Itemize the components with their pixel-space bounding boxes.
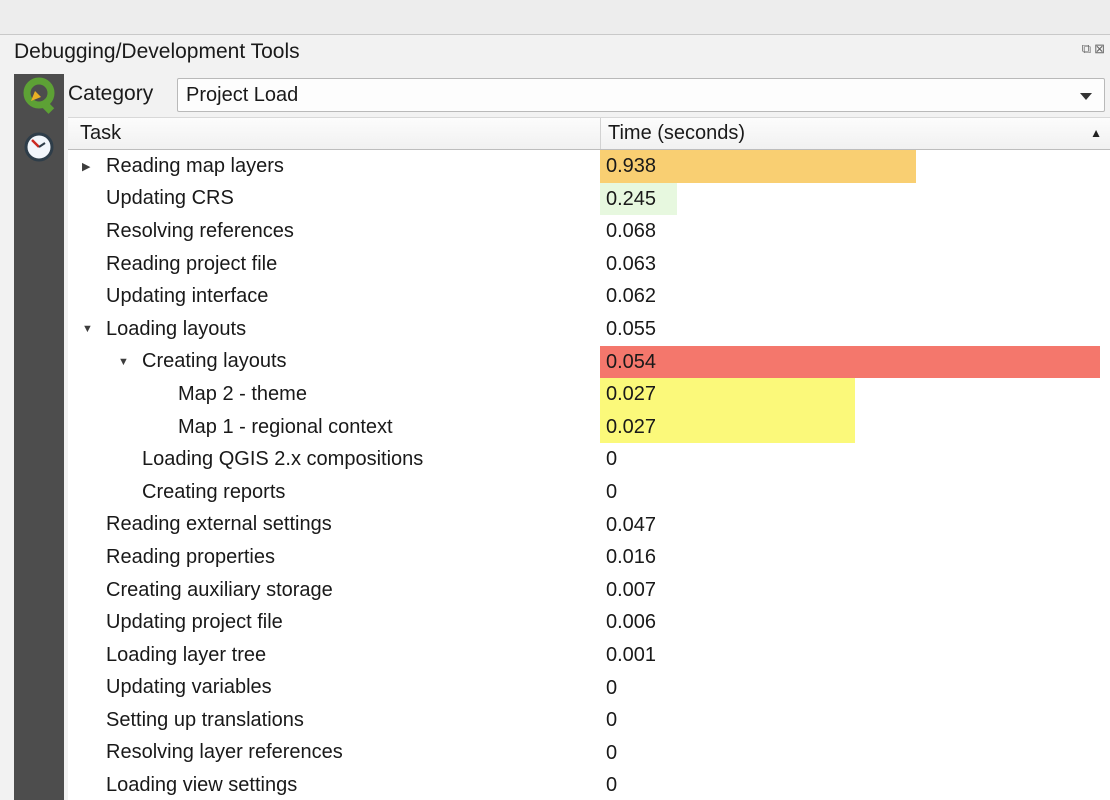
task-label: Reading project file (106, 253, 277, 276)
time-value: 0.055 (600, 313, 1110, 346)
task-label: Updating variables (106, 676, 272, 699)
task-label: Updating project file (106, 611, 283, 634)
task-label: Loading QGIS 2.x compositions (142, 448, 423, 471)
task-label: Resolving layer references (106, 741, 343, 764)
task-label: Creating reports (142, 481, 285, 504)
table-row[interactable]: Updating project file 0.006 (68, 606, 1110, 639)
debug-tools-panel: Debugging/Development Tools ⧉ ⊠ Category… (0, 0, 1110, 800)
table-row[interactable]: Updating CRS 0.245 (68, 183, 1110, 216)
time-value: 0.001 (600, 639, 1110, 672)
time-value: 0 (600, 476, 1110, 509)
time-value: 0.938 (600, 150, 1110, 183)
time-value: 0.016 (600, 541, 1110, 574)
expand-arrow[interactable]: ▼ (116, 356, 142, 368)
table-row[interactable]: Map 1 - regional context 0.027 (68, 411, 1110, 444)
task-label: Loading layouts (106, 318, 246, 341)
time-value: 0.068 (600, 215, 1110, 248)
time-value: 0.047 (600, 509, 1110, 542)
window-controls: ⧉ ⊠ (1082, 42, 1105, 55)
panel-title: Debugging/Development Tools (14, 40, 300, 64)
time-value: 0.006 (600, 606, 1110, 639)
task-label: Creating auxiliary storage (106, 579, 333, 602)
table-body: ▶ Reading map layers 0.938 Updating CRS … (68, 150, 1110, 800)
time-value: 0 (600, 672, 1110, 705)
time-value: 0.062 (600, 280, 1110, 313)
category-combobox[interactable]: Project Load (177, 78, 1105, 112)
task-label: Creating layouts (142, 350, 287, 373)
table-row[interactable]: Loading layer tree 0.001 (68, 639, 1110, 672)
table-row[interactable]: Resolving layer references 0 (68, 737, 1110, 770)
time-value: 0 (600, 737, 1110, 770)
sort-ascending-icon: ▲ (1090, 118, 1102, 149)
task-label: Reading map layers (106, 155, 284, 178)
profiler-clock-icon[interactable] (22, 130, 56, 164)
table-row[interactable]: ▼ Loading layouts 0.055 (68, 313, 1110, 346)
time-value: 0.245 (600, 183, 1110, 216)
task-label: Setting up translations (106, 709, 304, 732)
task-label: Loading layer tree (106, 644, 266, 667)
table-row[interactable]: Reading project file 0.063 (68, 248, 1110, 281)
task-label: Updating CRS (106, 187, 234, 210)
qgis-logo-icon (14, 74, 64, 118)
time-value: 0 (600, 443, 1110, 476)
task-label: Reading external settings (106, 513, 332, 536)
task-label: Resolving references (106, 220, 294, 243)
column-header-time[interactable]: Time (seconds) ▲ (600, 118, 1110, 149)
task-label: Loading view settings (106, 774, 297, 797)
category-label: Category (68, 82, 153, 106)
table-row[interactable]: Reading external settings 0.047 (68, 509, 1110, 542)
task-label: Map 2 - theme (178, 383, 307, 406)
task-label: Updating interface (106, 285, 268, 308)
table-row[interactable]: Setting up translations 0 (68, 704, 1110, 737)
float-panel-icon[interactable]: ⧉ (1082, 42, 1091, 55)
table-row[interactable]: Reading properties 0.016 (68, 541, 1110, 574)
table-row[interactable]: Map 2 - theme 0.027 (68, 378, 1110, 411)
task-label: Map 1 - regional context (178, 416, 393, 439)
table-row[interactable]: Loading QGIS 2.x compositions 0 (68, 443, 1110, 476)
table-row[interactable]: Loading view settings 0 (68, 769, 1110, 800)
table-header: Task Time (seconds) ▲ (68, 117, 1110, 150)
time-value: 0.027 (600, 378, 1110, 411)
table-row[interactable]: Creating reports 0 (68, 476, 1110, 509)
chevron-down-icon (1080, 93, 1092, 100)
tools-sidebar (14, 74, 64, 800)
time-value: 0.007 (600, 574, 1110, 607)
table-row[interactable]: ▶ Reading map layers 0.938 (68, 150, 1110, 183)
close-panel-icon[interactable]: ⊠ (1094, 42, 1105, 55)
table-row[interactable]: Resolving references 0.068 (68, 215, 1110, 248)
time-value: 0 (600, 704, 1110, 737)
time-value: 0.054 (600, 346, 1110, 379)
column-header-time-label: Time (seconds) (608, 122, 745, 144)
task-label: Reading properties (106, 546, 275, 569)
time-value: 0 (600, 769, 1110, 800)
table-row[interactable]: Updating interface 0.062 (68, 280, 1110, 313)
time-value: 0.063 (600, 248, 1110, 281)
time-value: 0.027 (600, 411, 1110, 444)
table-row[interactable]: ▼ Creating layouts 0.054 (68, 346, 1110, 379)
table-row[interactable]: Creating auxiliary storage 0.007 (68, 574, 1110, 607)
category-value: Project Load (186, 79, 298, 111)
expand-arrow[interactable]: ▶ (80, 160, 106, 173)
expand-arrow[interactable]: ▼ (80, 323, 106, 335)
column-header-task[interactable]: Task (68, 118, 600, 149)
table-row[interactable]: Updating variables 0 (68, 672, 1110, 705)
